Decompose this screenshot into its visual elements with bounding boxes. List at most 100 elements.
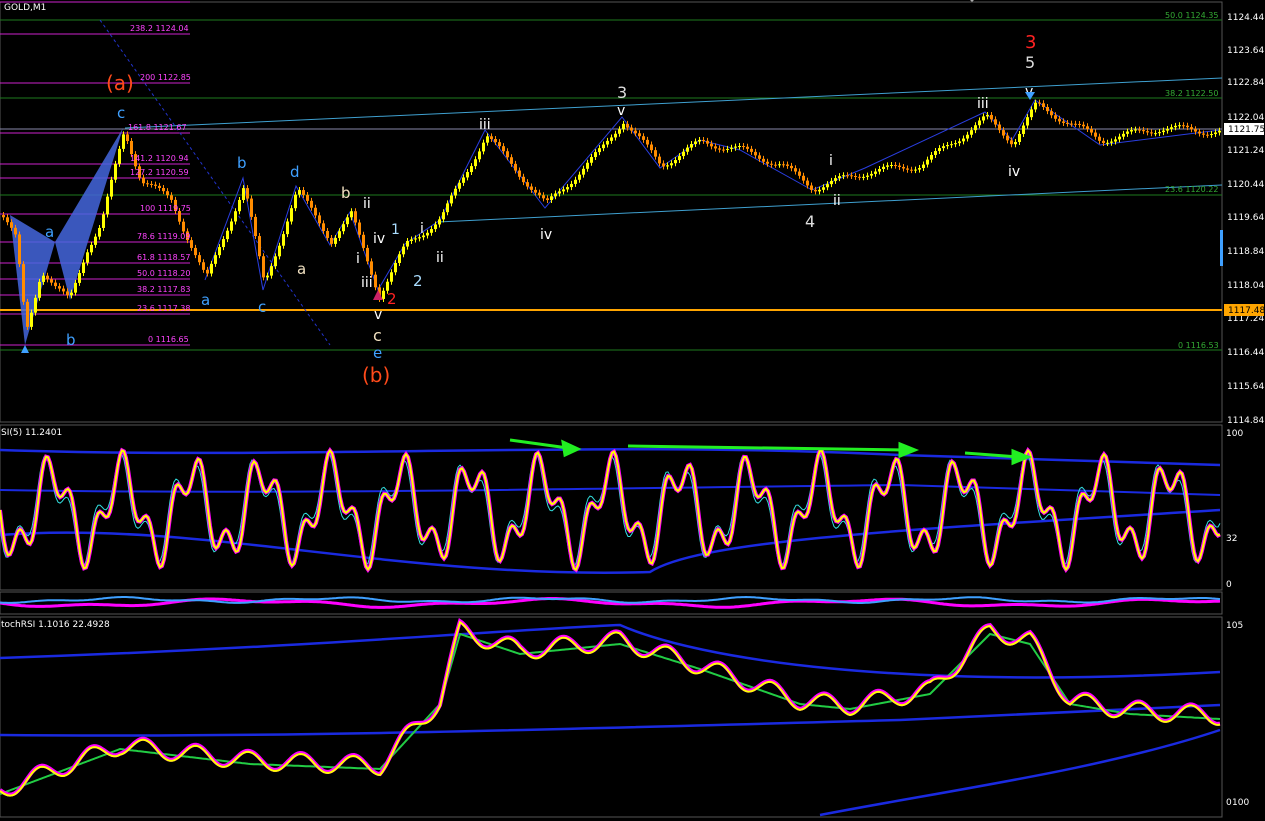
stoch-band-lower xyxy=(819,728,1221,817)
candle-body xyxy=(1022,125,1025,134)
wave-label-i-small: i xyxy=(420,221,424,237)
candle-body xyxy=(1146,131,1149,133)
candle-body xyxy=(1166,128,1169,131)
candle-body xyxy=(82,262,85,274)
rsi-axis-0: 0 xyxy=(1226,580,1232,590)
wave-label-c-blue-low: c xyxy=(258,298,266,316)
candle-body xyxy=(570,183,573,188)
candle-body xyxy=(814,189,817,192)
candle-body xyxy=(1206,134,1209,136)
price-axis-label: 1122.84 xyxy=(1227,78,1264,88)
candle-body xyxy=(1106,142,1109,144)
stoch-rsi-indicator[interactable] xyxy=(0,617,1221,817)
candle-body xyxy=(358,222,361,235)
trading-chart[interactable]: 1124.44 1123.64 1122.84 1122.04 1121.24 1120.… xyxy=(0,0,1265,821)
candle-body xyxy=(522,176,525,183)
candle-body xyxy=(406,240,409,247)
candle-body xyxy=(1186,125,1189,128)
candle-body xyxy=(658,156,661,164)
price-axis-label: 1122.04 xyxy=(1227,113,1264,123)
candle-body xyxy=(846,175,849,177)
rsi-indicator[interactable] xyxy=(0,446,1221,574)
price-axis: 1124.44 1123.64 1122.84 1122.04 1121.24 1120.… xyxy=(1227,13,1264,426)
candle-body xyxy=(662,163,665,167)
candle-body xyxy=(742,146,745,148)
candle-body xyxy=(850,175,853,177)
candle-body xyxy=(258,236,261,257)
candle-body xyxy=(1074,123,1077,125)
price-axis-label: 1119.64 xyxy=(1227,213,1264,223)
candle-body xyxy=(162,188,165,192)
candle-body xyxy=(1002,130,1005,136)
wave-label-a-blue-low: a xyxy=(201,291,210,309)
candle-body xyxy=(1126,131,1129,134)
candle-body xyxy=(878,168,881,172)
candle-body xyxy=(322,223,325,231)
price-axis-label: 1120.44 xyxy=(1227,180,1264,190)
candle-body xyxy=(414,238,417,240)
candle-body xyxy=(262,256,265,278)
candle-body xyxy=(698,139,701,142)
channel-upper[interactable] xyxy=(124,77,1223,129)
current-price-label: 1121.75 xyxy=(1228,125,1265,135)
candle-body xyxy=(538,192,541,196)
candle-body xyxy=(754,151,757,156)
candle-body xyxy=(218,247,221,256)
candle-body xyxy=(762,158,765,162)
wave-label-d-blue: d xyxy=(290,163,300,181)
candle-body xyxy=(1198,131,1201,134)
candle-body xyxy=(586,162,589,169)
candle-body xyxy=(986,114,989,117)
candle-body xyxy=(146,183,149,185)
candle-body xyxy=(514,163,517,171)
candle-body xyxy=(634,130,637,134)
candle-body xyxy=(686,147,689,152)
mini-indicator[interactable] xyxy=(0,595,1221,609)
candle-body xyxy=(1218,130,1221,133)
rsi-band-lower xyxy=(0,508,1221,574)
wave-label-ii-top: ii xyxy=(363,196,371,212)
wave-label-ii-small: ii xyxy=(436,250,444,266)
candle-body xyxy=(10,222,13,228)
candle-body xyxy=(330,237,333,244)
candle-body xyxy=(1118,136,1121,140)
wave-label-iii-mid: iii xyxy=(361,275,373,291)
fib-label-500: 50.0 1118.20 xyxy=(137,269,190,278)
candle-body xyxy=(362,234,365,248)
candle-body xyxy=(550,196,553,201)
wave-label-four-white: 4 xyxy=(805,212,815,231)
wave-label-c-low: c xyxy=(373,326,382,345)
candle-body xyxy=(206,269,209,274)
candle-body xyxy=(590,157,593,163)
candle-body xyxy=(990,114,993,120)
candle-body xyxy=(246,188,249,199)
candle-body xyxy=(1082,124,1085,127)
fib-label-r-500: 50.0 1124.35 xyxy=(1165,11,1218,20)
candle-body xyxy=(22,264,25,302)
candle-body xyxy=(826,184,829,188)
candle-body xyxy=(630,127,633,131)
wave-label-ii-right: ii xyxy=(833,193,841,209)
candle-body xyxy=(66,291,69,296)
candle-body xyxy=(106,196,109,215)
wave-label-b-paren: (b) xyxy=(362,363,390,387)
price-axis-label: 1115.64 xyxy=(1227,382,1264,392)
candle-body xyxy=(402,246,405,255)
candle-body xyxy=(834,178,837,181)
wave-label-i-right: i xyxy=(829,153,833,169)
fib-lines-right xyxy=(0,19,1222,351)
rsi-axis-32: 32 xyxy=(1226,534,1237,544)
candle-body xyxy=(678,156,681,161)
stoch-line-magenta xyxy=(0,617,1221,797)
candle-body xyxy=(370,261,373,275)
candle-body xyxy=(90,244,93,253)
candle-body xyxy=(1122,133,1125,137)
rsi-line-cyan xyxy=(0,452,1221,568)
candle-body xyxy=(366,247,369,262)
candle-body xyxy=(1014,141,1017,145)
candle-body xyxy=(882,166,885,169)
candle-body xyxy=(1142,130,1145,132)
candle-body xyxy=(766,161,769,164)
candle-body xyxy=(746,146,749,149)
fib-label-786: 78.6 1119.09 xyxy=(137,232,190,241)
